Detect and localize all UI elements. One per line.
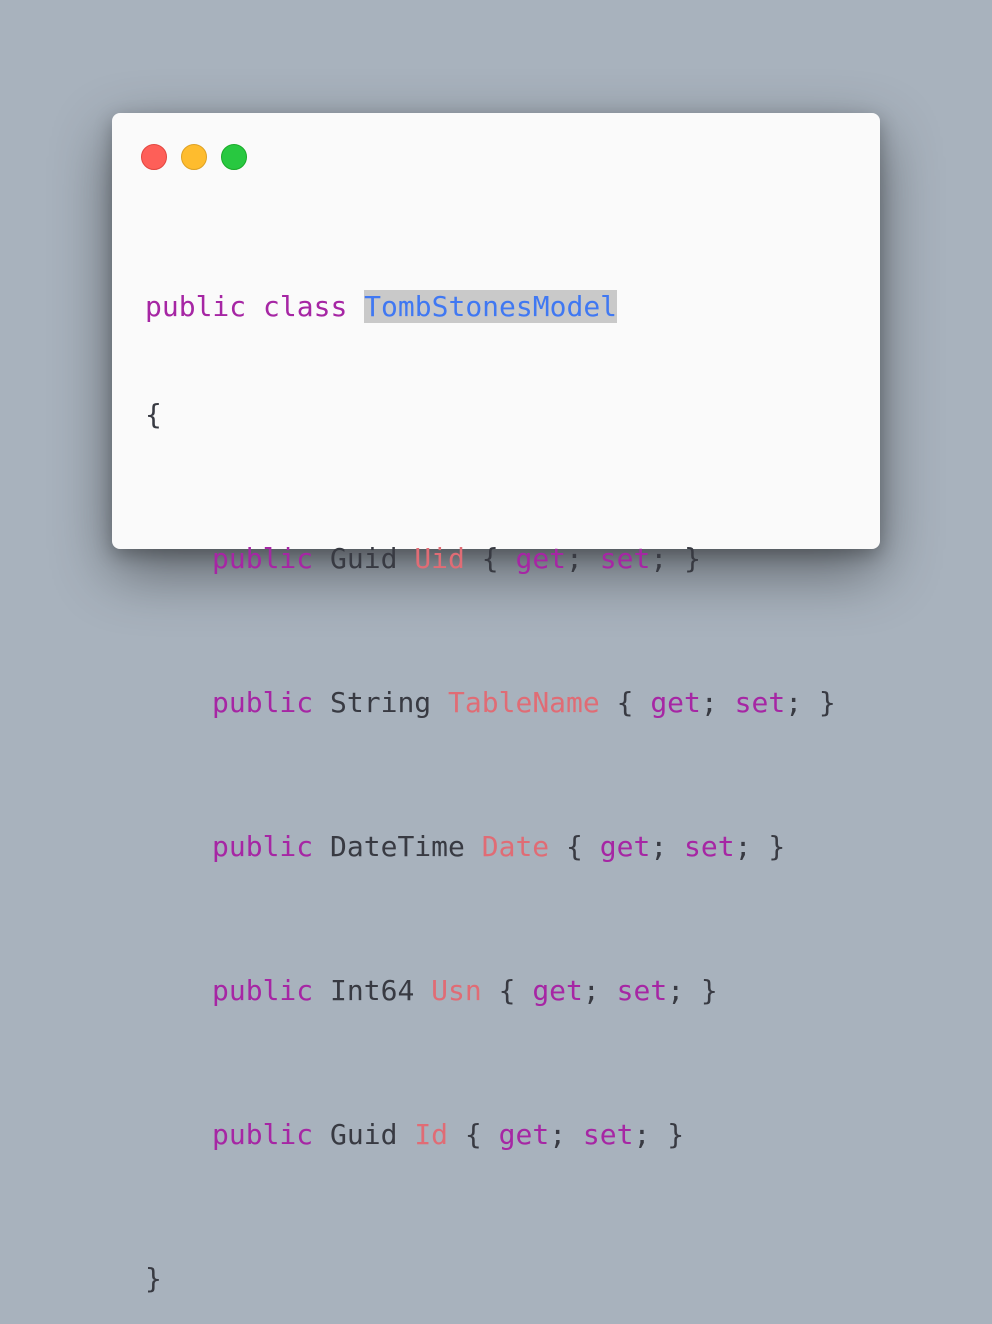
property-modifier: public	[212, 542, 314, 575]
semicolon: ;	[633, 1118, 651, 1151]
property-line: public Guid Uid { get; set; }	[145, 541, 836, 577]
set-accessor: set	[734, 686, 786, 719]
class-name-selected: TombStonesModel	[364, 290, 618, 323]
accessor-close-brace: }	[700, 974, 718, 1007]
property-type: DateTime	[330, 830, 465, 863]
property-line: public String TableName { get; set; }	[145, 685, 836, 721]
accessor-open-brace: {	[566, 830, 583, 863]
set-accessor: set	[616, 974, 668, 1007]
semicolon: ;	[667, 974, 685, 1007]
minimize-dot-icon[interactable]	[181, 144, 207, 170]
semicolon: ;	[582, 974, 600, 1007]
get-accessor: get	[599, 830, 651, 863]
property-name: Usn	[431, 974, 482, 1007]
keyword-class: class	[263, 290, 348, 323]
semicolon: ;	[549, 1118, 567, 1151]
set-accessor: set	[599, 542, 651, 575]
semicolon: ;	[650, 542, 668, 575]
open-brace: {	[145, 398, 162, 431]
property-name: TableName	[448, 686, 600, 719]
set-accessor: set	[684, 830, 735, 863]
get-accessor: get	[498, 1118, 550, 1151]
property-line: public Guid Id { get; set; }	[145, 1117, 836, 1153]
semicolon: ;	[566, 542, 583, 575]
open-brace-line: {	[145, 397, 836, 433]
close-dot-icon[interactable]	[141, 144, 167, 170]
property-modifier: public	[212, 830, 314, 863]
accessor-close-brace: }	[684, 542, 701, 575]
keyword-public: public	[145, 290, 247, 323]
property-name: Date	[481, 830, 550, 863]
get-accessor: get	[532, 974, 583, 1007]
semicolon: ;	[785, 686, 803, 719]
property-type: Guid	[330, 1118, 398, 1151]
property-type: Int64	[330, 974, 415, 1007]
set-accessor: set	[582, 1118, 634, 1151]
window-controls	[141, 144, 247, 170]
property-modifier: public	[212, 686, 314, 719]
code-window: public class TombStonesModel { public Gu…	[112, 113, 880, 1295]
property-modifier: public	[212, 1118, 314, 1151]
property-line: public DateTime Date { get; set; }	[145, 829, 836, 865]
code-block: public class TombStonesModel { public Gu…	[145, 217, 836, 1324]
property-type: String	[330, 686, 432, 719]
property-line: public Int64 Usn { get; set; }	[145, 973, 836, 1009]
get-accessor: get	[650, 686, 701, 719]
property-name: Uid	[414, 542, 465, 575]
get-accessor: get	[515, 542, 567, 575]
semicolon: ;	[650, 830, 668, 863]
accessor-close-brace: }	[818, 686, 836, 719]
class-declaration-line: public class TombStonesModel	[145, 289, 836, 325]
close-brace-line: }	[145, 1261, 836, 1297]
property-name: Id	[414, 1118, 449, 1151]
accessor-open-brace: {	[464, 1118, 482, 1151]
accessor-open-brace: {	[498, 974, 516, 1007]
semicolon: ;	[700, 686, 718, 719]
close-brace: }	[145, 1262, 162, 1295]
semicolon: ;	[734, 830, 752, 863]
maximize-dot-icon[interactable]	[221, 144, 247, 170]
accessor-open-brace: {	[616, 686, 634, 719]
accessor-open-brace: {	[481, 542, 499, 575]
accessor-close-brace: }	[667, 1118, 685, 1151]
property-modifier: public	[212, 974, 314, 1007]
property-type: Guid	[330, 542, 398, 575]
accessor-close-brace: }	[768, 830, 786, 863]
